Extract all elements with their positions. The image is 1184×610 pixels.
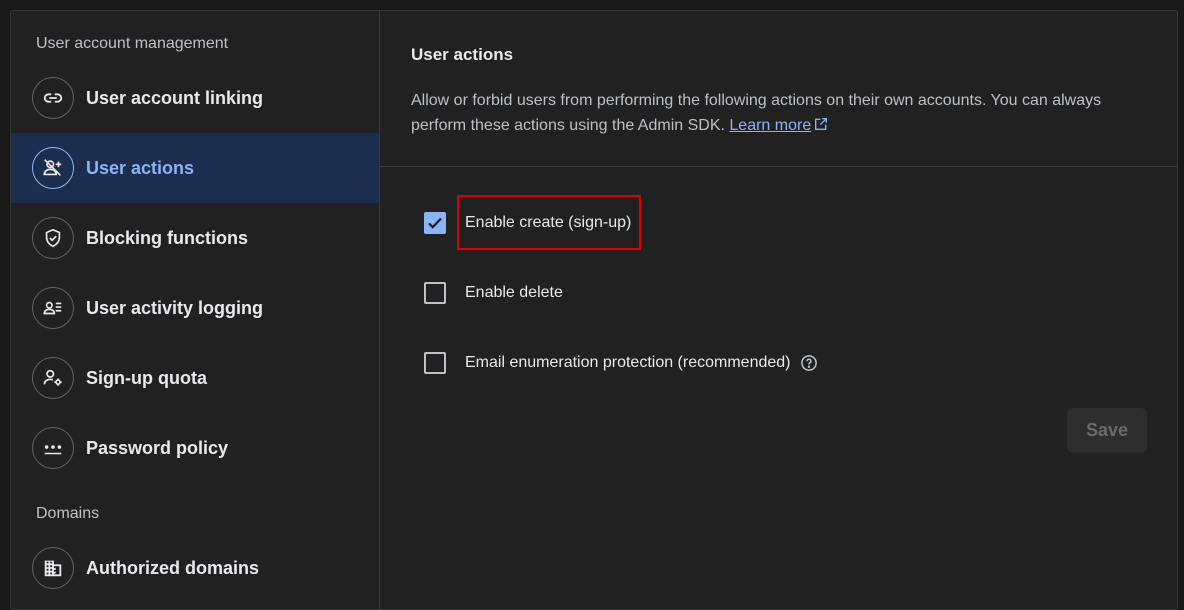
sidebar-item-user-account-linking[interactable]: User account linking: [11, 63, 379, 133]
sidebar-item-user-activity-logging[interactable]: User activity logging: [11, 273, 379, 343]
shield-check-icon: [32, 217, 74, 259]
option-email-enumeration-protection[interactable]: Email enumeration protection (recommende…: [424, 351, 818, 375]
divider: [380, 166, 1177, 167]
option-label: Email enumeration protection (recommende…: [465, 354, 791, 371]
highlight-box: [457, 195, 641, 250]
email-enumeration-checkbox[interactable]: [424, 352, 446, 374]
sidebar-item-sign-up-quota[interactable]: Sign-up quota: [11, 343, 379, 413]
page-title: User actions: [411, 45, 514, 64]
help-icon[interactable]: [800, 354, 818, 372]
sidebar-item-label: Authorized domains: [86, 557, 260, 578]
page-description: Allow or forbid users from performing th…: [411, 88, 1151, 138]
check-icon: [428, 217, 442, 229]
section-label-user-account-management: User account management: [36, 35, 229, 52]
sidebar-item-label: User activity logging: [86, 297, 264, 318]
section-label-domains: Domains: [36, 505, 100, 522]
sidebar-item-password-policy[interactable]: Password policy: [11, 413, 379, 483]
save-button[interactable]: Save: [1067, 408, 1147, 453]
sidebar-item-label: Blocking functions: [86, 227, 248, 248]
sidebar-item-label: User account linking: [86, 87, 264, 108]
enable-delete-checkbox[interactable]: [424, 282, 446, 304]
domain-icon: [32, 547, 74, 589]
option-label: Enable delete: [465, 284, 563, 301]
person-settings-icon: [32, 357, 74, 399]
person-add-disabled-icon: [32, 147, 74, 189]
option-enable-delete[interactable]: Enable delete: [424, 281, 563, 305]
person-list-icon: [32, 287, 74, 329]
link-icon: [32, 77, 74, 119]
sidebar-item-authorized-domains[interactable]: Authorized domains: [11, 533, 379, 603]
sidebar-item-label: User actions: [86, 157, 195, 178]
main-content: User actions Allow or forbid users from …: [380, 11, 1177, 609]
password-icon: [32, 427, 74, 469]
sidebar-item-label: Sign-up quota: [86, 367, 207, 388]
external-link-icon: [815, 118, 828, 130]
settings-panel: User account management User account lin…: [10, 10, 1178, 610]
learn-more-link[interactable]: Learn more: [729, 117, 829, 134]
enable-create-checkbox[interactable]: [424, 212, 446, 234]
sidebar-item-label: Password policy: [86, 437, 229, 458]
sidebar: User account management User account lin…: [11, 11, 380, 609]
sidebar-item-user-actions[interactable]: User actions: [11, 133, 379, 203]
sidebar-item-blocking-functions[interactable]: Blocking functions: [11, 203, 379, 273]
